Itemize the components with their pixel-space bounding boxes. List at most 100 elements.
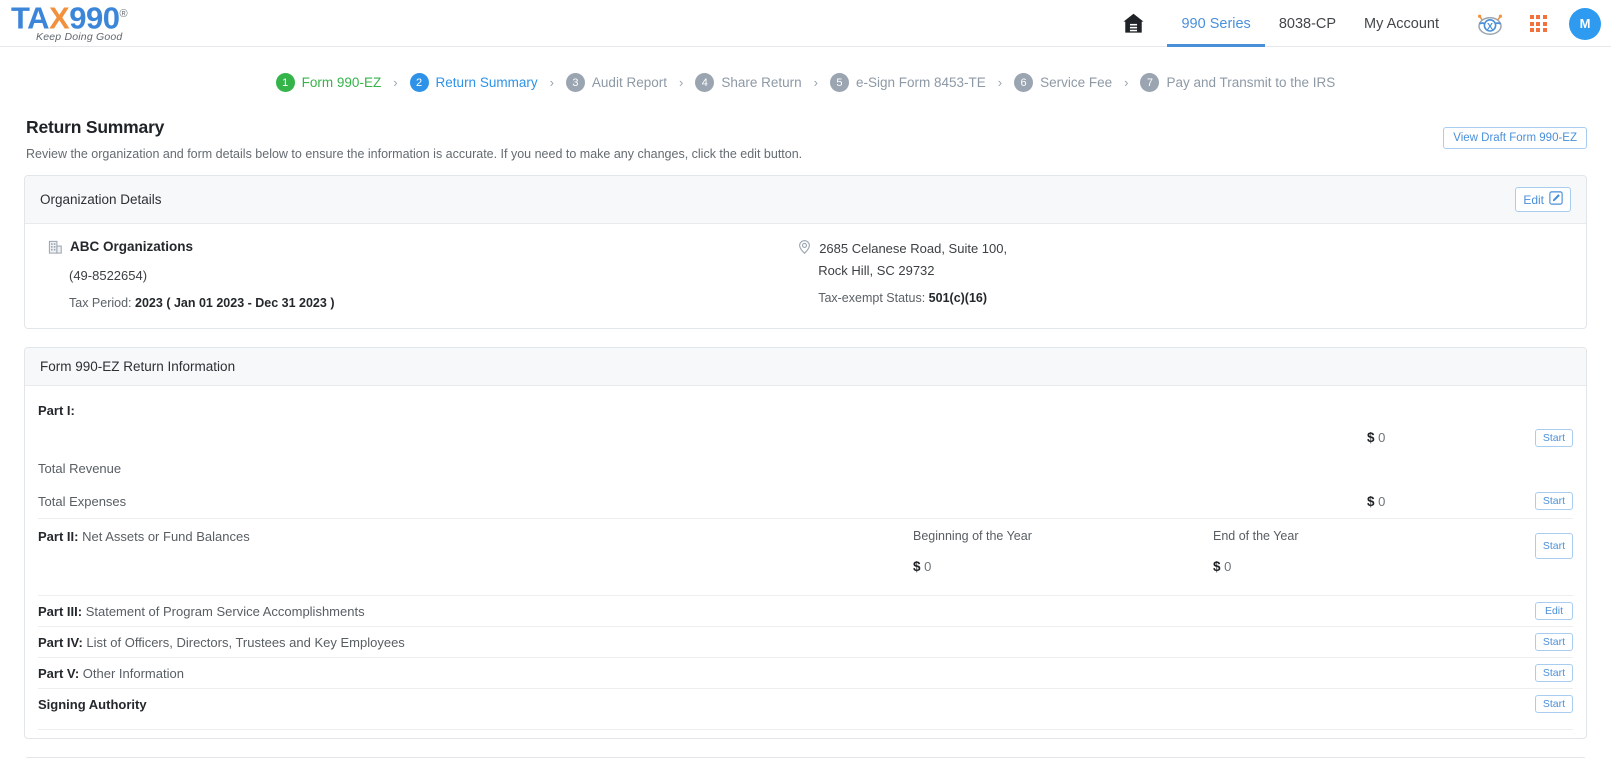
- step-share-return[interactable]: 4 Share Return: [695, 73, 802, 92]
- part-3-edit-button[interactable]: Edit: [1535, 602, 1573, 620]
- organization-right-column: 2685 Celanese Road, Suite 100, Rock Hill…: [790, 239, 1571, 310]
- logo-wordmark: TAX990®: [8, 0, 128, 36]
- avatar-initial: M: [1579, 16, 1591, 31]
- step-5-label: e-Sign Form 8453-TE: [855, 75, 986, 90]
- page-header: Return Summary Review the organization a…: [0, 105, 1611, 161]
- step-2-number: 2: [409, 73, 429, 92]
- part-5-row: Part V: Other Information Start: [38, 657, 1573, 688]
- apps-grid-icon[interactable]: [1521, 0, 1555, 47]
- signing-authority-start-button[interactable]: Start: [1534, 695, 1573, 713]
- part-3-row: Part III: Statement of Program Service A…: [38, 595, 1573, 626]
- nav-item-my-account[interactable]: My Account: [1350, 0, 1453, 47]
- part-1-expenses-row: Total Expenses $ 0 Start: [38, 484, 1573, 518]
- home-icon[interactable]: [1113, 0, 1153, 47]
- progress-stepper: 1 Form 990-EZ › 2 Return Summary › 3 Aud…: [0, 60, 1611, 105]
- step-5-number: 5: [829, 73, 849, 92]
- total-revenue-action-cell: Start: [1513, 428, 1573, 447]
- step-4-number: 4: [695, 73, 715, 92]
- nav-item-my-account-label: My Account: [1364, 15, 1439, 32]
- avatar[interactable]: M: [1569, 7, 1601, 40]
- apps-grid-dots: [1529, 15, 1547, 32]
- part-4-action-cell: Start: [1513, 633, 1573, 651]
- view-draft-form-button[interactable]: View Draft Form 990-EZ: [1443, 127, 1587, 149]
- return-information-bottom-spacer: [38, 719, 1573, 729]
- chevron-right-icon: ›: [549, 75, 554, 90]
- total-revenue-label: Total Revenue: [38, 461, 122, 476]
- part-4-label-rest: List of Officers, Directors, Trustees an…: [82, 634, 405, 650]
- total-revenue-amount: $ 0: [1367, 430, 1513, 445]
- part-1-revenue-label-row: Total Revenue: [38, 453, 1573, 484]
- location-pin-icon: [797, 239, 812, 260]
- part-5-label-bold: Part V:: [38, 665, 80, 681]
- part-2-col2-currency: $: [1213, 559, 1221, 574]
- step-return-summary[interactable]: 2 Return Summary: [409, 73, 538, 92]
- step-service-fee[interactable]: 6 Service Fee: [1014, 73, 1112, 92]
- signing-authority-label-bold: Signing Authority: [38, 696, 147, 712]
- step-form-990ez[interactable]: 1 Form 990-EZ: [275, 73, 381, 92]
- part-2-start-button[interactable]: Start: [1534, 533, 1573, 559]
- chevron-right-icon: ›: [997, 75, 1003, 90]
- step-pay-transmit[interactable]: 7 Pay and Transmit to the IRS: [1140, 73, 1335, 92]
- logo-text-ta: TA: [11, 0, 50, 36]
- part-1-revenue-amount-row: $ 0 Start: [38, 422, 1573, 453]
- part-2-section: Part II: Net Assets or Fund Balances Beg…: [38, 519, 1573, 595]
- return-information-card: Form 990-EZ Return Information Part I: $…: [24, 347, 1587, 739]
- edit-organization-button[interactable]: Edit: [1515, 187, 1571, 212]
- tax-period-range: ( Jan 01 2023 - Dec 31 2023 ): [166, 296, 335, 310]
- total-expenses-amount: $ 0: [1367, 494, 1513, 509]
- part-2-beginning-of-year-amount: $ 0: [913, 559, 1213, 574]
- part-5-start-button[interactable]: Start: [1534, 664, 1573, 682]
- step-2-label: Return Summary: [435, 75, 538, 90]
- organization-tax-period: Tax Period: 2023 ( Jan 01 2023 - Dec 31 …: [48, 296, 790, 310]
- part-2-col1-header: Beginning of the Year: [913, 529, 1032, 543]
- tax990-logo[interactable]: TAX990® Keep Doing Good: [8, 0, 238, 46]
- step-esign-8453te[interactable]: 5 e-Sign Form 8453-TE: [829, 73, 986, 92]
- part-2-col1-currency: $: [913, 559, 921, 574]
- organization-details-body: ABC Organizations (49-8522654) Tax Perio…: [25, 224, 1586, 328]
- total-revenue-start-button[interactable]: Start: [1534, 428, 1573, 447]
- organization-left-column: ABC Organizations (49-8522654) Tax Perio…: [40, 239, 790, 310]
- total-revenue-value: 0: [1378, 430, 1386, 445]
- part-5-label: Part V: Other Information: [38, 666, 1513, 681]
- part-2-value-row: $ 0 $ 0 Start: [38, 533, 1573, 595]
- step-3-number: 3: [565, 73, 585, 92]
- step-7-number: 7: [1140, 73, 1160, 92]
- total-expenses-currency: $: [1367, 493, 1375, 509]
- part-4-label-bold: Part IV:: [38, 634, 83, 650]
- step-audit-report[interactable]: 3 Audit Report: [565, 73, 667, 92]
- part-4-start-button[interactable]: Start: [1534, 633, 1573, 651]
- step-6-number: 6: [1014, 73, 1034, 92]
- top-nav-links: 990 Series 8038-CP My Account X M: [1113, 0, 1601, 47]
- part-2-heading-bold: Part II:: [38, 529, 79, 544]
- tax-period-label: Tax Period:: [69, 296, 132, 310]
- part-3-action-cell: Edit: [1513, 602, 1573, 620]
- logo-text-x: X: [49, 0, 70, 36]
- part-3-label: Part III: Statement of Program Service A…: [38, 604, 1513, 619]
- return-information-footer-spacer: [38, 730, 1573, 738]
- part-2-heading-rest: Net Assets or Fund Balances: [78, 529, 250, 544]
- robot-assistant-icon[interactable]: X: [1469, 0, 1511, 47]
- step-7-label: Pay and Transmit to the IRS: [1166, 75, 1336, 90]
- registered-trademark-icon: ®: [119, 8, 128, 20]
- tax-exempt-status-label: Tax-exempt Status:: [818, 291, 926, 305]
- total-expenses-action-cell: Start: [1513, 492, 1573, 510]
- return-information-title: Form 990-EZ Return Information: [40, 359, 236, 374]
- chevron-right-icon: ›: [1124, 75, 1129, 90]
- building-icon: [48, 239, 63, 260]
- total-expenses-label: Total Expenses: [38, 493, 127, 509]
- organization-details-title: Organization Details: [40, 192, 162, 207]
- tax-exempt-status-value: 501(c)(16): [928, 291, 988, 305]
- pencil-square-icon: [1549, 191, 1563, 208]
- organization-name: ABC Organizations: [70, 239, 194, 254]
- chevron-right-icon: ›: [813, 75, 818, 90]
- part-2-col1-value: 0: [924, 559, 932, 574]
- part-2-heading: Part II: Net Assets or Fund Balances: [38, 529, 913, 544]
- return-information-body: Part I: $ 0 Start Total Revenue Total Ex…: [25, 386, 1586, 738]
- part-1-heading-label: Part I:: [38, 403, 75, 418]
- nav-item-990-series[interactable]: 990 Series: [1167, 0, 1264, 47]
- nav-item-8038-cp[interactable]: 8038-CP: [1265, 0, 1350, 47]
- page-title: Return Summary: [26, 117, 165, 137]
- total-expenses-start-button[interactable]: Start: [1534, 492, 1573, 510]
- chevron-right-icon: ›: [678, 75, 684, 90]
- organization-name-row: ABC Organizations: [48, 239, 790, 260]
